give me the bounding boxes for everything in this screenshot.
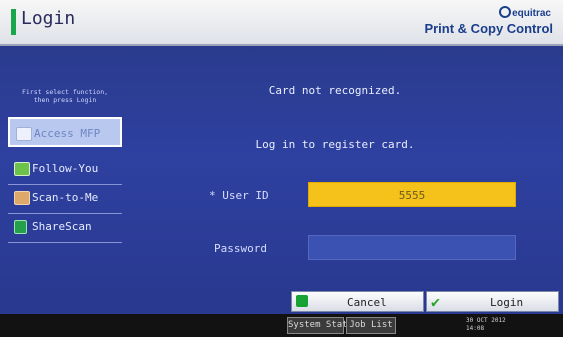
- cancel-button[interactable]: Cancel: [291, 291, 424, 312]
- function-sidebar: First select function, then press Login …: [8, 46, 122, 289]
- clock: 30 OCT 2012 14:08: [466, 317, 506, 333]
- login-button[interactable]: ✔ Login: [426, 291, 559, 312]
- password-field[interactable]: [308, 235, 516, 260]
- action-bar: Cancel ✔ Login: [0, 289, 563, 314]
- cancel-icon: [296, 295, 308, 307]
- user-id-field[interactable]: 5555: [308, 182, 516, 207]
- user-id-label: * User ID: [209, 189, 269, 202]
- time-display: 14:08: [466, 325, 485, 332]
- follow-you-icon: [14, 162, 30, 176]
- function-scan-to-me[interactable]: Scan-to-Me: [8, 183, 122, 214]
- function-follow-you[interactable]: Follow-You: [8, 154, 122, 185]
- date-display: 30 OCT 2012: [466, 317, 506, 324]
- page-title: Login: [21, 8, 76, 29]
- function-hint: First select function, then press Login: [21, 88, 109, 104]
- function-access-mfp[interactable]: Access MFP: [8, 117, 122, 147]
- checkmark-icon: ✔: [431, 293, 441, 311]
- brand-logo: equitrac: [499, 6, 551, 19]
- title-bar: Login equitrac Print & Copy Control: [0, 0, 563, 46]
- equitrac-logo-icon: [499, 6, 512, 18]
- scan-to-me-icon: [14, 191, 30, 205]
- password-label: Password: [214, 242, 267, 255]
- brand-tagline: Print & Copy Control: [424, 21, 553, 36]
- system-status-button[interactable]: System Status: [287, 317, 358, 334]
- title-accent-bar: [11, 9, 16, 35]
- main-panel: First select function, then press Login …: [0, 46, 563, 289]
- status-message: Card not recognized.: [268, 84, 402, 97]
- sharescan-icon: [14, 220, 27, 234]
- instruction-message: Log in to register card.: [255, 138, 415, 151]
- copier-icon: [16, 127, 32, 141]
- system-status-bar: System Status Job List 30 OCT 2012 14:08: [0, 314, 563, 337]
- job-list-button[interactable]: Job List: [346, 317, 396, 334]
- function-sharescan[interactable]: ShareScan: [8, 212, 122, 243]
